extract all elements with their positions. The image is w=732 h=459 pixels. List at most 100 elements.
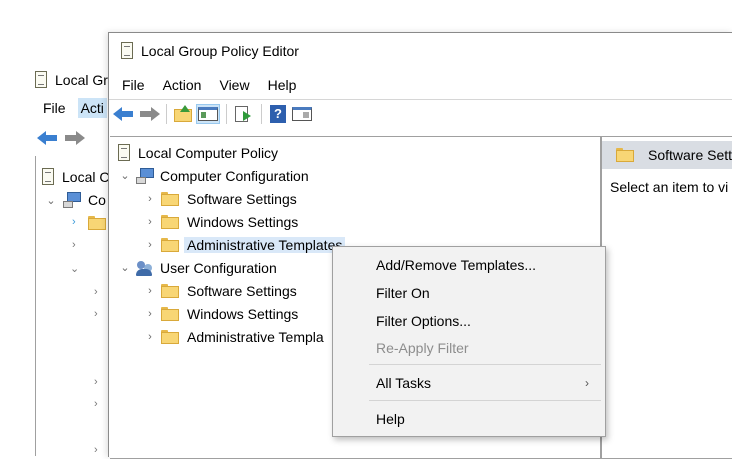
show-hide-console-tree-icon[interactable] <box>196 104 220 124</box>
tree-item-label: User Configuration <box>160 259 277 276</box>
menu-action[interactable]: Action <box>154 77 211 93</box>
back-tree-border <box>35 156 36 456</box>
menu-item-all-tasks[interactable]: All Tasks › <box>333 369 605 397</box>
main-titlebar[interactable]: Local Group Policy Editor <box>119 39 299 63</box>
menu-item-filter-options[interactable]: Filter Options... <box>333 307 605 335</box>
chevron-down-icon[interactable]: ⌄ <box>118 169 132 182</box>
chevron-right-icon[interactable]: › <box>143 193 157 205</box>
tree-item-label: Computer Configuration <box>160 167 309 184</box>
main-menubar: File Action View Help <box>113 73 305 97</box>
tree-item-cc-administrative-templates[interactable]: › Administrative Templates <box>143 233 346 256</box>
back-menu-file[interactable]: File <box>43 100 66 116</box>
chevron-right-icon[interactable]: › <box>94 444 98 456</box>
chevron-right-icon[interactable]: › <box>143 308 157 320</box>
menu-item-label: Filter On <box>376 285 430 301</box>
menu-item-help[interactable]: Help <box>333 405 605 433</box>
computer-icon <box>135 167 155 185</box>
folder-icon <box>161 306 179 321</box>
tree-item-cc-windows-settings[interactable]: › Windows Settings <box>143 210 298 233</box>
back-arrow-icon[interactable] <box>113 106 135 122</box>
menu-item-label: Add/Remove Templates... <box>376 257 537 273</box>
chevron-right-icon[interactable]: › <box>94 376 98 388</box>
menu-item-reapply-filter: Re-Apply Filter <box>333 334 605 362</box>
tree-item-label-selected: Administrative Templates <box>184 236 346 253</box>
menu-item-label: Filter Options... <box>376 313 471 329</box>
menu-item-label: All Tasks <box>376 375 431 391</box>
tree-item-computer-configuration[interactable]: ⌄ Computer Configuration <box>118 164 309 187</box>
back-tree-computer[interactable]: ⌄ Co <box>44 191 106 209</box>
computer-icon <box>62 191 82 209</box>
policy-document-icon <box>119 42 135 60</box>
menu-help[interactable]: Help <box>259 77 306 93</box>
tree-item-uc-windows-settings[interactable]: › Windows Settings <box>143 302 298 325</box>
menu-item-label: Re-Apply Filter <box>376 340 469 356</box>
folder-icon <box>161 329 179 344</box>
details-pane[interactable]: Software Sett Select an item to vi <box>601 136 732 459</box>
menu-item-add-remove-templates[interactable]: Add/Remove Templates... <box>333 251 605 279</box>
folder-icon <box>161 191 179 206</box>
back-menu-action[interactable]: Acti <box>77 98 107 118</box>
menu-separator <box>369 364 601 365</box>
chevron-right-icon[interactable]: › <box>143 331 157 343</box>
tree-item-label: Windows Settings <box>187 305 299 322</box>
window-title: Local Group Policy Editor <box>141 43 299 59</box>
folder-icon <box>161 237 179 252</box>
back-arrow-icon[interactable] <box>37 130 59 146</box>
chevron-right-icon[interactable]: › <box>143 239 157 251</box>
back-window-menubar: File Acti <box>33 96 107 120</box>
help-icon[interactable] <box>268 105 288 123</box>
details-header: Software Sett <box>602 141 732 169</box>
menu-item-filter-on[interactable]: Filter On <box>333 279 605 307</box>
submenu-arrow-icon: › <box>585 376 589 390</box>
chevron-right-icon[interactable]: › <box>72 239 76 251</box>
tree-item-label: Windows Settings <box>187 213 299 230</box>
tree-item-uc-administrative-templates[interactable]: › Administrative Templa <box>143 325 324 348</box>
tree-item-user-configuration[interactable]: ⌄ User Configuration <box>118 256 277 279</box>
chevron-right-icon[interactable]: › <box>94 398 98 410</box>
context-menu: Add/Remove Templates... Filter On Filter… <box>332 246 606 437</box>
tree-item-label: Software Settings <box>187 282 297 299</box>
chevron-right-icon[interactable]: › <box>94 308 98 320</box>
policy-document-icon <box>116 143 132 162</box>
chevron-right-icon[interactable]: › <box>94 286 98 298</box>
chevron-down-icon[interactable]: ⌄ <box>70 262 79 275</box>
main-toolbar <box>113 101 313 127</box>
up-one-level-icon[interactable] <box>173 105 193 123</box>
folder-icon <box>161 214 179 229</box>
chevron-down-icon[interactable]: ⌄ <box>118 261 132 274</box>
forward-arrow-icon[interactable] <box>138 106 160 122</box>
forward-arrow-icon[interactable] <box>63 130 85 146</box>
chevron-right-icon[interactable]: › <box>143 285 157 297</box>
show-action-pane-icon[interactable] <box>291 105 313 123</box>
tree-item-label: Administrative Templa <box>187 328 324 345</box>
menu-file[interactable]: File <box>113 77 154 93</box>
toolbar-separator <box>261 104 262 124</box>
back-tree-computer-label: Co <box>88 192 106 208</box>
back-window-toolbar <box>33 126 85 150</box>
chevron-right-icon[interactable]: › <box>143 216 157 228</box>
policy-document-icon <box>40 168 56 186</box>
menu-item-label: Help <box>376 411 405 427</box>
menubar-divider <box>109 99 732 100</box>
menu-view[interactable]: View <box>210 77 258 93</box>
chevron-down-icon[interactable]: ⌄ <box>44 194 58 207</box>
details-message: Select an item to vi <box>610 179 729 195</box>
tree-item-cc-software-settings[interactable]: › Software Settings <box>143 187 297 210</box>
tree-root-label: Local Computer Policy <box>138 144 279 161</box>
back-tree-root-label: Local C <box>62 169 110 185</box>
users-icon <box>135 259 155 277</box>
policy-document-icon <box>33 71 49 89</box>
tree-root-item[interactable]: Local Computer Policy <box>116 141 278 164</box>
tree-item-label: Software Settings <box>187 190 297 207</box>
chevron-right-icon[interactable]: › <box>72 216 76 228</box>
tree-item-uc-software-settings[interactable]: › Software Settings <box>143 279 297 302</box>
toolbar-separator <box>166 104 167 124</box>
back-tree-root[interactable]: Local C <box>40 168 109 186</box>
folder-icon <box>616 148 634 162</box>
export-list-icon[interactable] <box>233 105 255 123</box>
toolbar-separator <box>226 104 227 124</box>
back-window-title: Local Gr <box>55 72 108 88</box>
menu-separator <box>369 400 601 401</box>
details-header-title: Software Sett <box>648 147 732 163</box>
folder-icon <box>161 283 179 298</box>
